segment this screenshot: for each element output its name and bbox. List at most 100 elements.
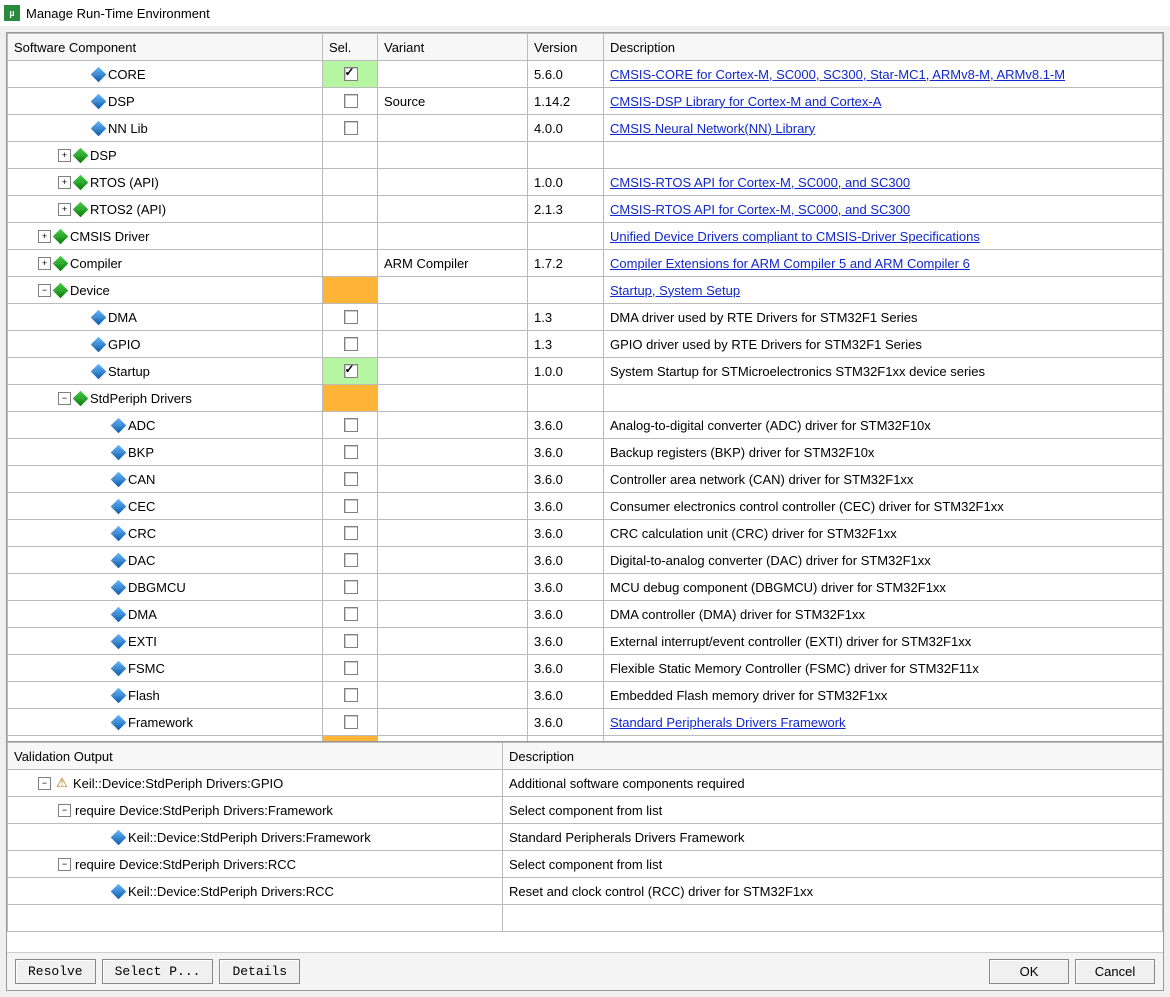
select-checkbox[interactable]: [344, 661, 358, 675]
description-link[interactable]: CMSIS-RTOS API for Cortex-M, SC000, and …: [610, 175, 910, 190]
cancel-button[interactable]: Cancel: [1075, 959, 1155, 984]
col-sel[interactable]: Sel.: [323, 34, 378, 61]
tree-spacer: [98, 555, 109, 566]
select-checkbox[interactable]: [344, 364, 358, 378]
expand-icon[interactable]: +: [38, 257, 51, 270]
description-link[interactable]: Startup, System Setup: [610, 283, 740, 298]
component-row[interactable]: DAC3.6.0Digital-to-analog converter (DAC…: [8, 547, 1163, 574]
component-row[interactable]: DMA3.6.0DMA controller (DMA) driver for …: [8, 601, 1163, 628]
component-row[interactable]: +CMSIS DriverUnified Device Drivers comp…: [8, 223, 1163, 250]
collapse-icon[interactable]: −: [38, 777, 51, 790]
component-row[interactable]: DMA1.3DMA driver used by RTE Drivers for…: [8, 304, 1163, 331]
col-software-component[interactable]: Software Component: [8, 34, 323, 61]
validation-row[interactable]: −require Device:StdPeriph Drivers:Framew…: [8, 797, 1163, 824]
col-variant[interactable]: Variant: [378, 34, 528, 61]
component-icon: [111, 883, 127, 899]
col-validation-output[interactable]: Validation Output: [8, 743, 503, 770]
select-checkbox[interactable]: [344, 715, 358, 729]
component-row[interactable]: Framework3.6.0Standard Peripherals Drive…: [8, 709, 1163, 736]
description-link[interactable]: CMSIS Neural Network(NN) Library: [610, 121, 815, 136]
description-link[interactable]: Unified Device Drivers compliant to CMSI…: [610, 229, 980, 244]
description-link[interactable]: Compiler Extensions for ARM Compiler 5 a…: [610, 256, 970, 271]
select-checkbox[interactable]: [344, 472, 358, 486]
component-row[interactable]: ADC3.6.0Analog-to-digital converter (ADC…: [8, 412, 1163, 439]
component-row[interactable]: +DSP: [8, 142, 1163, 169]
expand-icon[interactable]: +: [58, 176, 71, 189]
expand-icon[interactable]: +: [58, 203, 71, 216]
col-description[interactable]: Description: [604, 34, 1163, 61]
component-row[interactable]: DBGMCU3.6.0MCU debug component (DBGMCU) …: [8, 574, 1163, 601]
select-checkbox[interactable]: [344, 526, 358, 540]
component-row[interactable]: NN Lib4.0.0CMSIS Neural Network(NN) Libr…: [8, 115, 1163, 142]
select-checkbox[interactable]: [344, 121, 358, 135]
component-grid[interactable]: Software Component Sel. Variant Version …: [7, 33, 1163, 741]
component-row[interactable]: DSPSource1.14.2CMSIS-DSP Library for Cor…: [8, 88, 1163, 115]
select-checkbox[interactable]: [344, 67, 358, 81]
details-button[interactable]: Details: [219, 959, 300, 984]
component-row[interactable]: Startup1.0.0System Startup for STMicroel…: [8, 358, 1163, 385]
component-row[interactable]: FSMC3.6.0Flexible Static Memory Controll…: [8, 655, 1163, 682]
component-row[interactable]: +RTOS2 (API)2.1.3CMSIS-RTOS API for Cort…: [8, 196, 1163, 223]
resolve-button[interactable]: Resolve: [15, 959, 96, 984]
component-name: Framework: [128, 715, 193, 730]
col-validation-desc[interactable]: Description: [503, 743, 1163, 770]
select-checkbox[interactable]: [344, 310, 358, 324]
component-row[interactable]: EXTI3.6.0External interrupt/event contro…: [8, 628, 1163, 655]
component-row[interactable]: CAN3.6.0Controller area network (CAN) dr…: [8, 466, 1163, 493]
ok-button[interactable]: OK: [989, 959, 1069, 984]
component-row[interactable]: CEC3.6.0Consumer electronics control con…: [8, 493, 1163, 520]
description-link[interactable]: CMSIS-DSP Library for Cortex-M and Corte…: [610, 94, 881, 109]
version-value: 1.7.2: [534, 256, 563, 271]
select-pack-button[interactable]: Select P...: [102, 959, 214, 984]
component-name: DMA: [108, 310, 137, 325]
description-text: GPIO driver used by RTE Drivers for STM3…: [610, 337, 922, 352]
tree-spacer: [98, 886, 109, 897]
description-text: Analog-to-digital converter (ADC) driver…: [610, 418, 931, 433]
version-value: 1.3: [534, 310, 552, 325]
validation-desc: Select component from list: [509, 803, 662, 818]
collapse-icon[interactable]: −: [58, 392, 71, 405]
validation-row[interactable]: [8, 905, 1163, 932]
component-row[interactable]: +CompilerARM Compiler1.7.2Compiler Exten…: [8, 250, 1163, 277]
tree-spacer: [98, 690, 109, 701]
description-link[interactable]: CMSIS-RTOS API for Cortex-M, SC000, and …: [610, 202, 910, 217]
validation-row[interactable]: Keil::Device:StdPeriph Drivers:RCCReset …: [8, 878, 1163, 905]
collapse-icon[interactable]: −: [38, 284, 51, 297]
validation-row[interactable]: Keil::Device:StdPeriph Drivers:Framework…: [8, 824, 1163, 851]
select-checkbox[interactable]: [344, 499, 358, 513]
version-value: 2.1.3: [534, 202, 563, 217]
component-row[interactable]: −StdPeriph Drivers: [8, 385, 1163, 412]
component-row[interactable]: Flash3.6.0Embedded Flash memory driver f…: [8, 682, 1163, 709]
component-row[interactable]: BKP3.6.0Backup registers (BKP) driver fo…: [8, 439, 1163, 466]
component-row[interactable]: −DeviceStartup, System Setup: [8, 277, 1163, 304]
collapse-icon[interactable]: −: [58, 858, 71, 871]
select-checkbox[interactable]: [344, 445, 358, 459]
app-icon: µ: [4, 5, 20, 21]
validation-grid[interactable]: Validation Output Description −⚠Keil::De…: [7, 742, 1163, 952]
description-link[interactable]: CMSIS-CORE for Cortex-M, SC000, SC300, S…: [610, 67, 1065, 82]
select-checkbox[interactable]: [344, 94, 358, 108]
expand-icon[interactable]: +: [58, 149, 71, 162]
col-version[interactable]: Version: [528, 34, 604, 61]
component-row[interactable]: CORE5.6.0CMSIS-CORE for Cortex-M, SC000,…: [8, 61, 1163, 88]
titlebar: µ Manage Run-Time Environment: [0, 0, 1170, 26]
description-link[interactable]: Standard Peripherals Drivers Framework: [610, 715, 846, 730]
component-row[interactable]: GPIO1.3GPIO driver used by RTE Drivers f…: [8, 331, 1163, 358]
select-checkbox[interactable]: [344, 580, 358, 594]
select-checkbox[interactable]: [344, 418, 358, 432]
variant-value: ARM Compiler: [384, 256, 469, 271]
select-checkbox[interactable]: [344, 553, 358, 567]
collapse-icon[interactable]: −: [58, 804, 71, 817]
validation-row[interactable]: −⚠Keil::Device:StdPeriph Drivers:GPIOAdd…: [8, 770, 1163, 797]
select-checkbox[interactable]: [344, 607, 358, 621]
select-checkbox[interactable]: [344, 688, 358, 702]
component-name: DAC: [128, 553, 155, 568]
select-checkbox[interactable]: [344, 337, 358, 351]
select-checkbox[interactable]: [344, 634, 358, 648]
expand-icon[interactable]: +: [38, 230, 51, 243]
select-status: [323, 277, 377, 303]
component-row[interactable]: CRC3.6.0CRC calculation unit (CRC) drive…: [8, 520, 1163, 547]
validation-row[interactable]: −require Device:StdPeriph Drivers:RCCSel…: [8, 851, 1163, 878]
description-text: External interrupt/event controller (EXT…: [610, 634, 971, 649]
component-row[interactable]: +RTOS (API)1.0.0CMSIS-RTOS API for Corte…: [8, 169, 1163, 196]
